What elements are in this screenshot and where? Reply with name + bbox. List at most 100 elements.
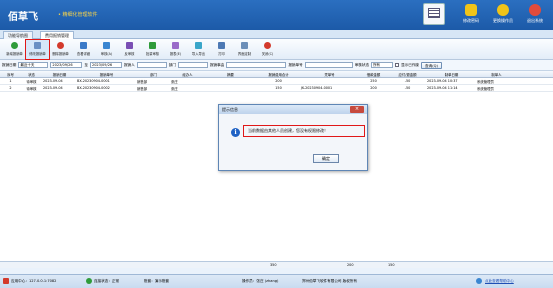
help-icon (476, 278, 482, 284)
connection-icon (86, 278, 92, 284)
title-bar: 佰草飞 • 精细化管理软件 修改密码 更换操作员 退出系统 (0, 0, 553, 30)
cell-voucher-no: JK-20230904-0001 (301, 86, 333, 90)
status-select[interactable]: 所有 (371, 62, 394, 68)
col-loan[interactable]: 借款金额 (358, 72, 388, 77)
view-detail-button[interactable]: 查看详细 (72, 40, 95, 59)
edit-expense-label: 修改报销单 (29, 52, 46, 56)
cell-index: 2 (9, 86, 12, 90)
change-password-button[interactable]: 修改密码 (457, 2, 485, 28)
show-deleted-checkbox[interactable] (395, 63, 400, 67)
cell-handler: 张庄 (171, 79, 178, 84)
document-icon (80, 42, 87, 49)
col-voucher[interactable]: 报销单号 (76, 72, 136, 77)
table-row[interactable]: 1 待审核 2023-09-04 BX-20230904-0001 销售部 张庄… (0, 78, 553, 85)
printer-icon (218, 42, 225, 49)
cell-loan: 250 (370, 79, 377, 83)
app-subtitle: • 精细化管理软件 (58, 12, 98, 18)
filter-bar: 报销日期 最近十天 2023/09/26 至 2023/09/26 报销人 部门… (0, 60, 553, 71)
voucher-label: 报销单号 (288, 62, 303, 67)
col-created[interactable]: 制单日期 (426, 72, 476, 77)
dialog-message: 当前数据由其他人员创建，您没有权限修改！ (243, 125, 365, 137)
undo-icon (126, 42, 133, 49)
date-from-input[interactable]: 2023/09/26 (50, 62, 83, 68)
col-refund[interactable]: 应付/退金额 (388, 72, 426, 77)
cell-status: 待审核 (26, 79, 37, 84)
voucher-input[interactable] (304, 62, 353, 68)
change-password-label: 修改密码 (463, 18, 479, 23)
copyright-text: 郑州佰草飞软件有限公司 版权所有 (302, 279, 358, 283)
dialog-close-button[interactable]: × (350, 106, 364, 113)
delete-icon (57, 42, 64, 49)
handler-label: 报销人 (123, 62, 135, 67)
total-loan: 200 (347, 263, 354, 267)
close-button[interactable]: 关闭(C) (256, 40, 279, 59)
audit-button[interactable]: 审核(A) (95, 40, 118, 59)
cell-refund: -50 (404, 86, 411, 90)
remark-label: 报销事由 (209, 62, 225, 67)
help-link[interactable]: 点此查看帮助中心 (485, 279, 514, 284)
col-summary[interactable]: 摘要 (204, 72, 256, 77)
date-to-input[interactable]: 2023/09/26 (89, 62, 122, 68)
dept-input[interactable] (177, 62, 208, 68)
report-button[interactable]: 报表(E) (164, 40, 187, 59)
col-voucher-no[interactable]: 凭单号 (300, 72, 358, 77)
date-label: 报销日期 (2, 62, 17, 67)
cell-fee-total: 200 (275, 79, 282, 83)
audit-label: 审核(A) (100, 52, 113, 56)
col-creator[interactable]: 制单人 (476, 72, 516, 77)
import-export-label: 导入导出 (191, 52, 206, 56)
dialog-title: 提示信息 (219, 105, 367, 114)
switch-operator-label: 更换操作员 (493, 18, 513, 23)
col-handler[interactable]: 经办人 (170, 72, 204, 77)
unaudit-label: 反审核 (124, 52, 135, 56)
new-expense-label: 新增报销单 (6, 52, 23, 56)
customize-button[interactable]: 界面定制 (233, 40, 256, 59)
col-date[interactable]: 报销日期 (42, 72, 76, 77)
calculator-icon (428, 8, 440, 18)
to-label: 至 (84, 62, 88, 67)
status-bar: 应用中心：127.0.0.1:7082 连接状态：正常 账套：演示账套 操作员：… (0, 274, 553, 288)
check-icon (103, 42, 110, 49)
cell-fee-total: 150 (275, 86, 282, 90)
table-row[interactable]: 2 待审核 2023-09-04 BX-20230904-0002 销售部 张庄… (0, 85, 553, 92)
customize-label: 界面定制 (237, 52, 252, 56)
handler-input[interactable] (136, 62, 167, 68)
delete-expense-button[interactable]: 删除报销单 (49, 40, 72, 59)
switch-operator-button[interactable]: 更换操作员 (489, 2, 517, 28)
batch-audit-label: 批量审核 (145, 52, 160, 56)
batch-check-icon (149, 42, 156, 49)
app-logo: 佰草飞 (8, 12, 38, 23)
import-export-icon (195, 42, 202, 49)
exit-system-button[interactable]: 退出系统 (521, 2, 549, 28)
total-refund: 150 (388, 263, 395, 267)
query-button[interactable]: 查询(Q) (421, 61, 442, 69)
col-index[interactable]: 序号 (0, 72, 20, 77)
totals-row: 350 200 150 (0, 261, 553, 268)
lock-icon (465, 4, 477, 16)
col-dept[interactable]: 部门 (136, 72, 170, 77)
report-label: 报表(E) (169, 52, 182, 56)
dialog-ok-button[interactable]: 确定 (313, 154, 339, 163)
batch-audit-button[interactable]: 批量审核 (141, 40, 164, 59)
col-status[interactable]: 状态 (20, 72, 42, 77)
add-icon (11, 42, 18, 49)
tab-expense-management[interactable]: 费用报销管理 (40, 31, 74, 39)
tab-function-nav[interactable]: 功能导航图 (3, 31, 33, 39)
connection-status: 连接状态：正常 (94, 279, 120, 283)
edit-expense-button[interactable]: 修改报销单 (25, 39, 50, 60)
view-detail-label: 查看详细 (76, 52, 91, 56)
calculator-button[interactable] (423, 3, 445, 25)
remark-input[interactable] (226, 62, 287, 68)
unaudit-button[interactable]: 反审核 (118, 40, 141, 59)
cell-voucher: BX-20230904-0001 (77, 79, 110, 83)
print-button[interactable]: 打印 (210, 40, 233, 59)
cell-voucher: BX-20230904-0002 (77, 86, 110, 90)
new-expense-button[interactable]: 新增报销单 (3, 40, 26, 59)
edit-icon (34, 42, 41, 49)
col-fee-total[interactable]: 报销费用合计 (256, 72, 300, 77)
import-export-button[interactable]: 导入导出 (187, 40, 210, 59)
delete-expense-label: 删除报销单 (52, 52, 69, 56)
dept-label: 部门 (168, 62, 176, 67)
cell-refund: -50 (404, 79, 411, 83)
period-select[interactable]: 最近十天 (18, 62, 49, 68)
